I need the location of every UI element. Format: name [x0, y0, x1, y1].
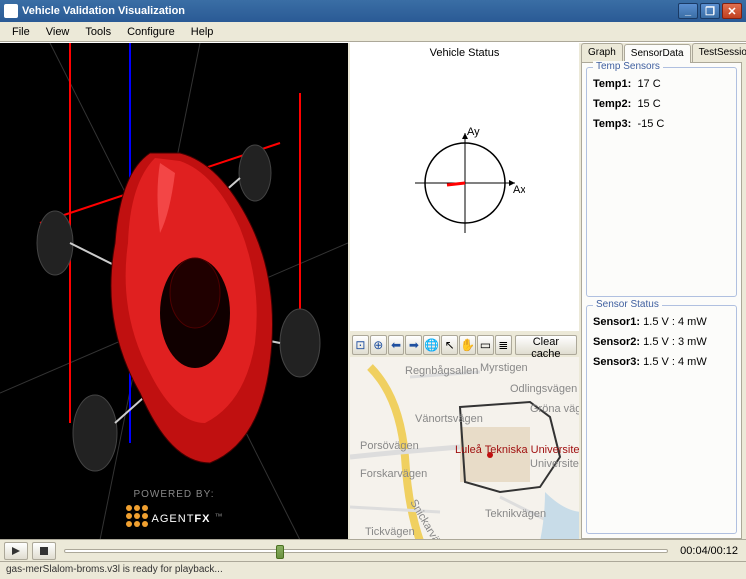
zoom-in-icon[interactable]: ⊕ — [370, 335, 387, 355]
svg-text:Porsövägen: Porsövägen — [360, 440, 419, 452]
acceleration-compass: Ay Ax — [405, 123, 525, 243]
menu-configure[interactable]: Configure — [119, 24, 183, 40]
svg-text:Vänortsvägen: Vänortsvägen — [415, 413, 483, 425]
hand-icon[interactable]: ✋ — [459, 335, 476, 355]
svg-text:Universitetsvägen: Universitetsvägen — [530, 458, 579, 470]
globe-icon[interactable]: 🌐 — [423, 335, 440, 355]
powered-by-label: POWERED BY: — [0, 489, 348, 500]
tab-testsession[interactable]: TestSession — [692, 43, 746, 62]
svg-text:Odlingsvägen: Odlingsvägen — [510, 383, 577, 395]
vehicle-render — [0, 43, 348, 539]
stop-icon — [39, 546, 49, 556]
arrow-left-icon[interactable]: ⬅ — [388, 335, 405, 355]
svg-text:Ay: Ay — [467, 126, 480, 138]
layers-icon[interactable]: ≣ — [495, 335, 512, 355]
menu-file[interactable]: File — [4, 24, 38, 40]
slider-thumb[interactable] — [276, 545, 284, 559]
map-panel: ⊡ ⊕ ⬅ ➡ 🌐 ↖ ✋ ▭ ≣ Clear cache — [350, 331, 579, 539]
svg-text:Ax: Ax — [513, 184, 525, 196]
vehicle-status-panel: Vehicle Status Ay Ax — [350, 43, 579, 331]
svg-text:Forskarvägen: Forskarvägen — [360, 468, 427, 480]
svg-text:Tickvägen: Tickvägen — [365, 526, 415, 538]
right-tabs: Graph SensorData TestSession — [581, 43, 742, 63]
play-button[interactable] — [4, 542, 28, 560]
svg-text:Myrstigen: Myrstigen — [480, 362, 528, 374]
map-svg: Luleå Tekniska Universitet Regnbågsallen… — [350, 357, 579, 539]
map-view[interactable]: Luleå Tekniska Universitet Regnbågsallen… — [350, 357, 579, 539]
playback-slider[interactable] — [64, 549, 668, 553]
logo-dots-icon — [126, 505, 148, 527]
tab-graph[interactable]: Graph — [581, 43, 623, 62]
sensor-row: Sensor1: 1.5 V : 4 mW — [591, 312, 732, 332]
svg-text:Luleå Tekniska Universitet: Luleå Tekniska Universitet — [455, 444, 579, 456]
app-icon — [4, 4, 18, 18]
clear-cache-button[interactable]: Clear cache — [515, 335, 577, 355]
menu-bar: File View Tools Configure Help — [0, 22, 746, 42]
temp-row: Temp2: 15 C — [591, 94, 732, 114]
vehicle-status-title: Vehicle Status — [350, 43, 579, 63]
menu-tools[interactable]: Tools — [77, 24, 119, 40]
sensor-row: Sensor2: 1.5 V : 3 mW — [591, 332, 732, 352]
status-bar: gas-merSlalom-broms.v3l is ready for pla… — [0, 561, 746, 579]
pointer-icon[interactable]: ↖ — [441, 335, 458, 355]
stop-button[interactable] — [32, 542, 56, 560]
sensor-status-group: Sensor Status Sensor1: 1.5 V : 4 mW Sens… — [586, 305, 737, 535]
select-rect-icon[interactable]: ▭ — [477, 335, 494, 355]
play-icon — [11, 546, 21, 556]
agentfx-logo: AGENTFX ™ — [126, 505, 223, 527]
svg-text:Teknikvägen: Teknikvägen — [485, 508, 546, 520]
playback-bar: 00:04/00:12 — [0, 539, 746, 561]
maximize-button[interactable]: ❐ — [700, 3, 720, 19]
branding-overlay: POWERED BY: AGENTFX ™ — [0, 489, 348, 527]
svg-text:Regnbågsallen: Regnbågsallen — [405, 365, 478, 377]
minimize-button[interactable]: _ — [678, 3, 698, 19]
playback-time: 00:04/00:12 — [676, 545, 742, 557]
map-toolbar: ⊡ ⊕ ⬅ ➡ 🌐 ↖ ✋ ▭ ≣ Clear cache — [350, 333, 579, 357]
sensor-row: Sensor3: 1.5 V : 4 mW — [591, 352, 732, 372]
svg-text:Gröna vägen: Gröna vägen — [530, 403, 579, 415]
temp-sensors-legend: Temp Sensors — [593, 61, 663, 72]
zoom-extent-icon[interactable]: ⊡ — [352, 335, 369, 355]
menu-help[interactable]: Help — [183, 24, 222, 40]
temp-sensors-group: Temp Sensors Temp1: 17 C Temp2: 15 C Tem… — [586, 67, 737, 297]
menu-view[interactable]: View — [38, 24, 78, 40]
temp-row: Temp3: -15 C — [591, 114, 732, 134]
window-titlebar: Vehicle Validation Visualization _ ❐ ✕ — [0, 0, 746, 22]
window-title: Vehicle Validation Visualization — [22, 5, 678, 17]
sensor-status-legend: Sensor Status — [593, 299, 662, 310]
temp-row: Temp1: 17 C — [591, 74, 732, 94]
close-button[interactable]: ✕ — [722, 3, 742, 19]
arrow-right-icon[interactable]: ➡ — [405, 335, 422, 355]
3d-viewport[interactable]: POWERED BY: AGENTFX ™ — [0, 43, 348, 539]
